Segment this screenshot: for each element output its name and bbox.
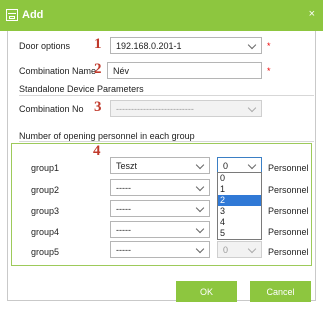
dropdown-option[interactable]: 5: [218, 228, 261, 239]
required-star: *: [267, 41, 271, 51]
combination-no-label: Combination No: [19, 104, 84, 114]
title-bar: Add ×: [0, 0, 323, 31]
group4-value: -----: [116, 225, 131, 235]
group2-value: -----: [116, 183, 131, 193]
group5-value: -----: [116, 245, 131, 255]
personnel-label: Personnel: [268, 247, 309, 257]
add-window-icon: [6, 9, 18, 21]
personnel-label: Personnel: [268, 163, 309, 173]
standalone-section-label: Standalone Device Parameters: [19, 84, 144, 94]
dropdown-option[interactable]: 0: [218, 173, 261, 184]
group5-label: group5: [31, 247, 60, 257]
chevron-down-icon: [247, 40, 257, 50]
close-icon[interactable]: ×: [309, 8, 315, 20]
group3-select[interactable]: -----: [110, 200, 210, 217]
group1-label: group1: [31, 163, 60, 173]
cancel-button[interactable]: Cancel: [250, 281, 311, 302]
door-options-select[interactable]: 192.168.0.201-1: [110, 37, 262, 54]
window-title: Add: [22, 9, 44, 21]
chevron-down-icon: [195, 203, 205, 213]
marker-3: 3: [94, 99, 102, 115]
group3-label: group3: [31, 206, 60, 216]
group5-personnel-value: 0: [223, 245, 229, 255]
chevron-down-icon: [195, 224, 205, 234]
group5-personnel-select[interactable]: 0: [217, 241, 262, 258]
required-star: *: [267, 66, 271, 76]
chevron-down-icon: [195, 244, 205, 254]
chevron-down-icon: [195, 160, 205, 170]
marker-1: 1: [94, 36, 102, 52]
marker-2: 2: [94, 61, 102, 77]
ok-button[interactable]: OK: [176, 281, 237, 302]
chevron-down-icon: [247, 244, 257, 254]
divider: [19, 141, 314, 142]
door-options-value: 192.168.0.201-1: [116, 41, 182, 51]
dropdown-option[interactable]: 3: [218, 206, 261, 217]
combination-name-label: Combination Name: [19, 66, 97, 76]
group2-select[interactable]: -----: [110, 179, 210, 196]
personnel-label: Personnel: [268, 227, 309, 237]
dropdown-option-selected[interactable]: 2: [218, 195, 261, 206]
group2-label: group2: [31, 185, 60, 195]
dropdown-option[interactable]: 1: [218, 184, 261, 195]
personnel-count-dropdown: 0 1 2 3 4 5: [217, 172, 262, 240]
personnel-label: Personnel: [268, 185, 309, 195]
combination-name-value: Név: [113, 66, 130, 76]
group3-value: -----: [116, 204, 131, 214]
combination-no-select[interactable]: --------------------------: [110, 100, 262, 117]
group5-select[interactable]: -----: [110, 241, 210, 258]
group1-select[interactable]: Teszt: [110, 157, 210, 174]
personnel-label: Personnel: [268, 206, 309, 216]
door-options-label: Door options: [19, 41, 71, 51]
group4-label: group4: [31, 227, 60, 237]
dropdown-option[interactable]: 4: [218, 217, 261, 228]
divider: [19, 95, 314, 96]
combination-no-value: --------------------------: [116, 104, 194, 114]
group1-value: Teszt: [116, 161, 138, 171]
group1-personnel-value: 0: [223, 161, 229, 171]
combination-name-field[interactable]: Név: [107, 62, 262, 79]
opening-section-label: Number of opening personnel in each grou…: [19, 131, 195, 141]
marker-4: 4: [93, 143, 101, 159]
chevron-down-icon: [195, 182, 205, 192]
chevron-down-icon: [247, 103, 257, 113]
chevron-down-icon: [247, 160, 257, 170]
group4-select[interactable]: -----: [110, 221, 210, 238]
